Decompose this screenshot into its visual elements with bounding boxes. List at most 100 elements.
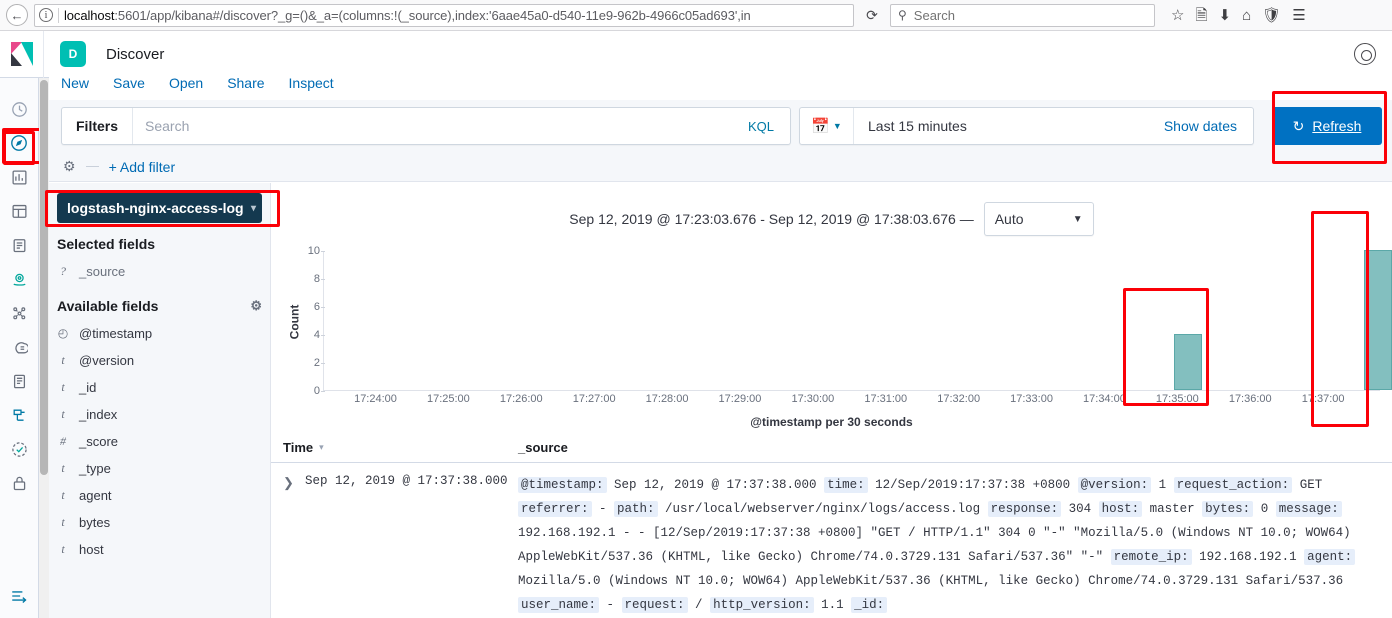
url-bar[interactable]: i localhost:5601/app/kibana#/discover?_g… (34, 3, 854, 27)
sidebar-item-machine-learning[interactable] (0, 296, 38, 330)
time-picker[interactable]: 📅 ▼ Last 15 minutes Show dates (799, 107, 1254, 145)
field-item-agent[interactable]: t agent (49, 482, 270, 509)
histogram-bar[interactable] (1174, 334, 1203, 390)
recently-viewed-icon[interactable] (0, 92, 38, 126)
source-field-value: 1.1 (813, 598, 852, 612)
x-axis-tick: 17:25:00 (426, 393, 470, 405)
sidebar-item-discover[interactable] (0, 126, 42, 164)
field-settings-gear-icon[interactable]: ⚙ (250, 298, 262, 314)
field-item-_source[interactable]: ? _source (49, 258, 270, 285)
page-info-icon[interactable]: i (39, 8, 53, 22)
histogram-chart: Count 0 2 4 6 8 10 17:24:00 17:25:00 17:26:00 17… (271, 243, 1392, 429)
field-name: _id (79, 380, 97, 395)
reload-icon: ⟳ (866, 6, 878, 23)
field-type-icon: t (61, 488, 65, 502)
browser-search-bar[interactable]: ⚲ Search (890, 3, 1155, 27)
field-type-icon: ? (60, 264, 66, 278)
field-item-index[interactable]: t _index (49, 401, 270, 428)
topnav-inspect[interactable]: Inspect (289, 75, 334, 91)
sidebar-item-canvas[interactable] (0, 228, 38, 262)
field-item-bytes[interactable]: t bytes (49, 509, 270, 536)
sort-chevron-icon[interactable]: ▾ (319, 442, 324, 453)
field-item-version[interactable]: t @version (49, 347, 270, 374)
search-input[interactable] (133, 118, 732, 134)
field-type-icon: t (61, 515, 65, 529)
histogram-bar[interactable] (1364, 250, 1392, 390)
column-header-source[interactable]: _source (518, 440, 568, 455)
field-name: _score (79, 434, 119, 449)
field-item-host[interactable]: t host (49, 536, 270, 563)
x-axis-tick: 17:24:00 (354, 393, 397, 405)
show-dates-button[interactable]: Show dates (1164, 118, 1253, 134)
time-range-value[interactable]: Last 15 minutes (854, 118, 1164, 134)
library-icon[interactable]: 🗎 (1195, 8, 1207, 23)
collapse-nav-icon[interactable] (0, 584, 38, 618)
source-field-key: agent: (1304, 549, 1356, 565)
add-filter-button[interactable]: + Add filter (109, 159, 176, 175)
source-field-value: /usr/local/webserver/nginx/logs/access.l… (657, 502, 988, 516)
sidebar-item-uptime[interactable] (0, 432, 38, 466)
page-scrollbar[interactable] (39, 78, 49, 618)
app-badge: D (60, 41, 86, 67)
url-divider (58, 7, 59, 23)
help-icon[interactable] (1354, 43, 1376, 65)
browser-back-button[interactable]: ← (6, 4, 28, 26)
divider (85, 166, 99, 167)
y-axis-tick: 2 (294, 357, 325, 369)
source-field-key: time: (824, 477, 868, 493)
topnav-new[interactable]: New (61, 75, 89, 91)
menu-icon[interactable]: ☰ (1292, 8, 1305, 23)
expand-row-icon[interactable]: ❯ (283, 473, 305, 617)
download-icon[interactable]: ⬇ (1219, 8, 1232, 23)
field-name: _index (79, 407, 118, 422)
field-type-icon: ◴ (57, 326, 69, 340)
header-right-actions (1354, 43, 1392, 65)
field-item-score[interactable]: # _score (49, 428, 270, 455)
star-icon[interactable]: ☆ (1171, 8, 1184, 23)
kql-language-button[interactable]: KQL (732, 119, 790, 134)
browser-action-icons: ☆ 🗎 ⬇ ⌂ 🛡 ☰ (1161, 8, 1306, 23)
chevron-down-icon: ▾ (250, 202, 256, 214)
chevron-down-icon: ▼ (1072, 213, 1083, 225)
sidebar-item-logs[interactable] (0, 364, 38, 398)
calendar-icon[interactable]: 📅 ▼ (800, 108, 854, 144)
y-axis-tick: 0 (294, 385, 325, 397)
selected-fields-heading: Selected fields (49, 223, 270, 258)
source-field-key: @version: (1077, 477, 1152, 493)
topnav-share[interactable]: Share (227, 75, 264, 91)
column-header-time[interactable]: Time ▾ (283, 440, 518, 455)
interval-select[interactable]: Auto ▼ (983, 202, 1094, 236)
shield-icon[interactable]: 🛡 (1262, 8, 1281, 23)
x-axis-tick: 17:34:00 (1083, 393, 1126, 405)
field-type-icon: t (61, 353, 65, 367)
field-name: agent (79, 488, 112, 503)
gear-icon[interactable]: ⚙ (63, 158, 76, 175)
sidebar-item-apm[interactable] (0, 398, 38, 432)
sidebar-item-siem[interactable] (0, 466, 38, 500)
field-item-timestamp[interactable]: ◴ @timestamp (49, 320, 270, 347)
chart-plot-area[interactable]: 0 2 4 6 8 10 (308, 245, 1392, 397)
source-field-key: remote_ip: (1110, 549, 1192, 565)
kibana-logo[interactable] (0, 30, 44, 78)
refresh-icon: ↻ (1292, 117, 1305, 134)
topnav-save[interactable]: Save (113, 75, 145, 91)
table-row[interactable]: ❯ Sep 12, 2019 @ 17:37:38.000 @timestamp… (271, 463, 1392, 618)
field-item-id[interactable]: t _id (49, 374, 270, 401)
url-path: :5601/app/kibana#/discover?_g=()&_a=(col… (114, 7, 751, 23)
field-name: host (79, 542, 104, 557)
reload-button[interactable]: ⟳ (860, 4, 884, 27)
x-axis-tick: 17:26:00 (499, 393, 543, 405)
sidebar-item-dashboard[interactable] (0, 194, 38, 228)
field-type-icon: t (61, 542, 65, 556)
sidebar-item-visualize[interactable] (0, 160, 38, 194)
field-item-type[interactable]: t _type (49, 455, 270, 482)
home-icon[interactable]: ⌂ (1242, 8, 1251, 23)
index-pattern-selector[interactable]: logstash-nginx-access-log ▾ (57, 193, 262, 223)
field-name: @version (79, 353, 135, 368)
refresh-button[interactable]: ↻ Refresh (1272, 107, 1382, 145)
topnav-open[interactable]: Open (169, 75, 203, 91)
sidebar-item-maps[interactable] (0, 262, 38, 296)
y-axis-tick: 10 (294, 245, 325, 257)
sidebar-item-infrastructure[interactable] (0, 330, 38, 364)
scrollbar-thumb[interactable] (40, 80, 48, 475)
